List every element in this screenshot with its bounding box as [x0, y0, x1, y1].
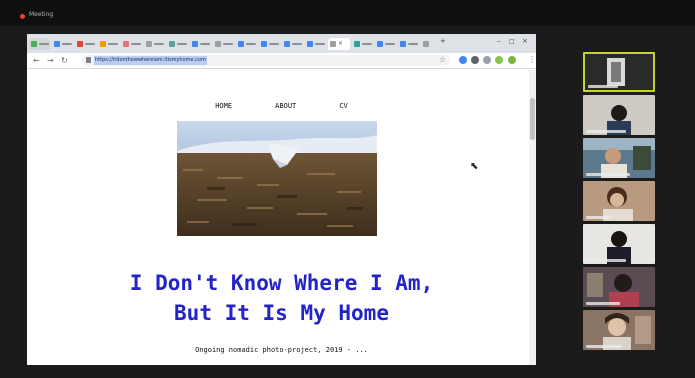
back-icon[interactable]: ← [33, 56, 40, 65]
tab-favicon-icon [400, 41, 406, 47]
minimize-icon[interactable]: – [497, 37, 501, 45]
tab-favicon-icon [54, 41, 60, 47]
tab-favicon-icon [31, 41, 37, 47]
bookmark-star-icon[interactable]: ☆ [439, 55, 446, 65]
tab-favicon-icon [100, 41, 106, 47]
address-bar[interactable]: https://irdonthowwhereiam.itismyhome.com… [82, 55, 450, 66]
tab-favicon-icon [423, 41, 429, 47]
lock-icon [86, 57, 91, 63]
meeting-window: Meeting × + – □ × ← → ↻ https://irdontho… [0, 0, 695, 378]
participant-tile[interactable] [583, 267, 655, 307]
participant-name [586, 216, 612, 219]
tab-favicon-icon [377, 41, 383, 47]
tab-favicon-icon [330, 41, 336, 47]
tab-favicon-icon [146, 41, 152, 47]
close-window-icon[interactable]: × [522, 37, 528, 45]
close-tab-icon[interactable]: × [338, 41, 343, 47]
browser-tab[interactable] [213, 38, 234, 50]
browser-tab[interactable] [167, 38, 188, 50]
tab-favicon-icon [215, 41, 221, 47]
profile-avatar[interactable] [508, 56, 516, 64]
web-page: HOME ABOUT CV I Don't Know Where I Am, B… [27, 70, 536, 365]
site-nav: HOME ABOUT CV [27, 93, 536, 112]
participant-name [586, 345, 622, 348]
page-scrollbar[interactable] [529, 70, 536, 365]
browser-tab[interactable] [398, 38, 419, 50]
participant-name [586, 173, 630, 176]
extension-icon[interactable] [459, 56, 467, 64]
page-subtitle: Ongoing nomadic photo-project, 2019 - ..… [195, 346, 368, 354]
browser-tab[interactable] [144, 38, 165, 50]
page-headline: I Don't Know Where I Am, But It Is My Ho… [27, 268, 536, 328]
browser-tab[interactable] [352, 38, 373, 50]
browser-tab[interactable] [98, 38, 119, 50]
address-bar-url[interactable]: https://irdonthowwhereiam.itismyhome.com [94, 56, 207, 65]
tab-favicon-icon [192, 41, 198, 47]
extension-icon[interactable] [483, 56, 491, 64]
participant-tile[interactable] [583, 95, 655, 135]
browser-tab-strip: × + – □ × [27, 34, 536, 53]
participant-name [586, 302, 620, 305]
browser-tab[interactable] [29, 38, 50, 50]
meeting-title-bar: Meeting [0, 0, 695, 26]
browser-tab-active[interactable]: × [328, 38, 350, 50]
browser-menu-icon[interactable]: ⋮ [528, 55, 536, 65]
participant-name [588, 85, 618, 88]
nav-home-link[interactable]: HOME [215, 102, 232, 110]
nav-cv-link[interactable]: CV [339, 102, 347, 110]
meeting-title: Meeting [29, 11, 54, 18]
headline-line-1: I Don't Know Where I Am, [129, 271, 434, 295]
nav-about-link[interactable]: ABOUT [275, 102, 296, 110]
tab-favicon-icon [261, 41, 267, 47]
browser-tab[interactable] [282, 38, 303, 50]
browser-tab[interactable] [190, 38, 211, 50]
forward-icon[interactable]: → [47, 56, 54, 65]
scrollbar-thumb[interactable] [530, 98, 535, 140]
reload-icon[interactable]: ↻ [61, 56, 68, 65]
participant-tile[interactable] [583, 138, 655, 178]
headline-line-2: But It Is My Home [174, 301, 389, 325]
participant-name [586, 259, 626, 262]
browser-tab[interactable] [121, 38, 142, 50]
tab-favicon-icon [354, 41, 360, 47]
browser-tab[interactable] [236, 38, 257, 50]
participant-tile-active[interactable] [583, 52, 655, 92]
participant-tile[interactable] [583, 310, 655, 350]
participant-tile[interactable] [583, 181, 655, 221]
new-tab-icon[interactable]: + [440, 37, 446, 45]
tab-favicon-icon [123, 41, 129, 47]
browser-tab[interactable] [75, 38, 96, 50]
browser-toolbar: ← → ↻ https://irdonthowwhereiam.itismyho… [27, 53, 536, 69]
mouse-cursor-icon: ⬉ [470, 161, 479, 172]
tab-favicon-icon [169, 41, 175, 47]
participant-tile[interactable] [583, 224, 655, 264]
tab-favicon-icon [284, 41, 290, 47]
browser-tab[interactable] [259, 38, 280, 50]
tab-favicon-icon [307, 41, 313, 47]
extension-icon[interactable] [471, 56, 479, 64]
tab-favicon-icon [238, 41, 244, 47]
shared-screen: × + – □ × ← → ↻ https://irdonthowwhereia… [27, 34, 536, 365]
app-icon [20, 14, 25, 19]
tab-favicon-icon [77, 41, 83, 47]
browser-tab[interactable] [375, 38, 396, 50]
browser-tab[interactable] [305, 38, 326, 50]
extension-icon[interactable] [495, 56, 503, 64]
maximize-icon[interactable]: □ [509, 38, 515, 45]
browser-tab[interactable] [421, 38, 439, 50]
participant-name [586, 130, 626, 133]
browser-tab[interactable] [52, 38, 73, 50]
hero-photo [177, 121, 377, 236]
